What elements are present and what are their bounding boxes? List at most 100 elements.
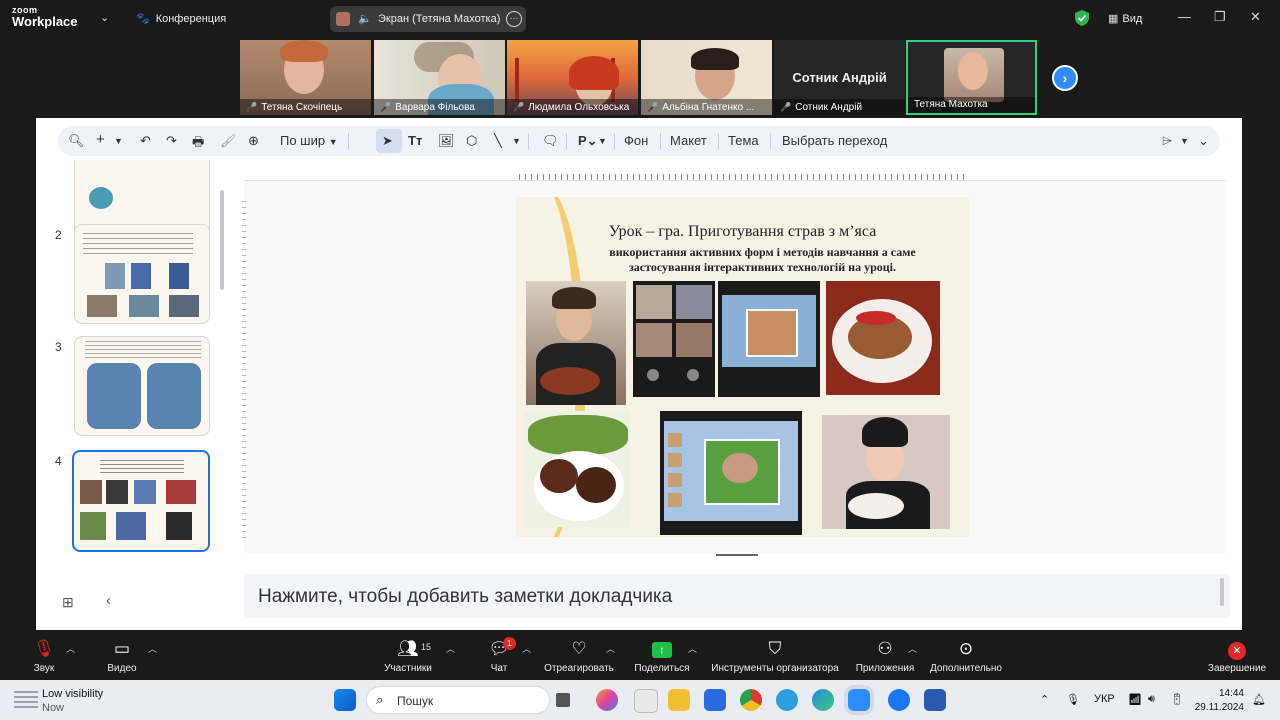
chevron-down-icon[interactable]: ▼	[114, 136, 123, 146]
close-icon[interactable]: ✕	[1250, 9, 1261, 25]
edge-icon[interactable]	[812, 689, 834, 711]
paint-format-icon[interactable]: 🖌︎	[220, 133, 237, 149]
restore-icon[interactable]: ❐	[1214, 9, 1226, 25]
chevron-up-icon[interactable]: ︿	[66, 642, 75, 655]
redo-icon[interactable]: ↷	[166, 133, 177, 149]
participant-tile[interactable]: 🎤 Тетяна Скочіпець	[240, 40, 371, 115]
chevron-down-icon[interactable]: ▼	[598, 136, 607, 146]
file-explorer-icon[interactable]	[668, 689, 690, 711]
volume-icon[interactable]: 🔊︎	[1148, 693, 1155, 706]
shape-icon[interactable]: ⬡	[466, 133, 477, 149]
meeting-label: Конференция	[155, 13, 227, 25]
notification-bell-icon[interactable]: 🔔︎	[1252, 693, 1266, 706]
zoom-icon[interactable]: ⊕	[248, 133, 259, 149]
chevron-up-icon[interactable]: ︿	[908, 642, 917, 655]
screen-share-indicator[interactable]: 🔈 Экран (Тетяна Махотка) ···	[330, 6, 526, 32]
view-menu-button[interactable]: ▦ Вид	[1108, 12, 1142, 25]
taskbar-search[interactable]: ⌕ Пошук	[366, 686, 550, 714]
microphone-icon[interactable]: 🎙︎	[1066, 693, 1080, 706]
current-slide[interactable]: Урок – гра. Приготування страв з мʼяса в…	[516, 197, 969, 537]
comment-add-icon[interactable]: 🗨︎	[542, 133, 559, 149]
bridge-tower	[515, 58, 519, 102]
slide-thumbnail-3[interactable]	[74, 336, 210, 436]
mic-muted-icon: 🎤	[647, 102, 659, 112]
chevron-up-icon[interactable]: ︿	[606, 642, 615, 655]
share-label: Экран (Тетяна Махотка)	[378, 13, 501, 25]
chevron-up-icon[interactable]: ︿	[446, 642, 455, 655]
zoom-workplace-logo[interactable]: zoom Workplace	[12, 5, 78, 28]
task-view-icon[interactable]	[556, 693, 570, 707]
pen-pointer-icon[interactable]: ⌲	[1162, 133, 1172, 149]
grid-view-icon[interactable]: ⊞	[62, 594, 74, 611]
pen-tool-icon[interactable]: P⌄	[578, 133, 598, 149]
participant-tile[interactable]: 🎤 Варвара Фільова	[374, 40, 505, 115]
word-icon[interactable]	[924, 689, 946, 711]
windows-start-icon[interactable]	[334, 689, 356, 711]
chevron-up-icon[interactable]: ︿	[688, 642, 697, 655]
meeting-info-button[interactable]: 🐾 Конференция	[136, 12, 226, 25]
next-page-button[interactable]: ›	[1052, 65, 1078, 91]
chevron-down-icon[interactable]: ▼	[512, 136, 521, 146]
chevron-down-icon[interactable]: ⌄	[100, 11, 109, 24]
apps-button[interactable]: ⚇ Приложения	[852, 632, 918, 680]
slide-thumbnail-panel: 2 3 4	[36, 160, 236, 570]
zoom-mode-select[interactable]: По шир ▼	[280, 133, 338, 148]
participant-tile[interactable]: 🎤 Альбіна Гнатенко ...	[641, 40, 772, 115]
theme-button[interactable]: Тема	[728, 133, 759, 148]
slide-thumbnail-4-selected[interactable]	[72, 450, 210, 552]
battery-icon[interactable]: 🔋︎	[1170, 693, 1184, 706]
chevron-down-icon[interactable]: ▼	[1180, 136, 1189, 146]
notes-resize-handle[interactable]	[716, 554, 758, 556]
more-options-icon[interactable]: ···	[506, 11, 522, 27]
meeting-controls: 🎙︎ Звук ︿ ▭ Видео ︿ 👥︎ Участники 15 ︿ 💬︎…	[0, 632, 1280, 680]
weather-title: Low visibility	[42, 688, 104, 700]
copilot-icon[interactable]	[596, 689, 618, 711]
wifi-icon[interactable]: 📶︎	[1128, 693, 1142, 706]
chrome-icon[interactable]	[740, 689, 762, 711]
taskbar-clock[interactable]: 14:44 29.11.2024	[1194, 687, 1244, 715]
mic-muted-icon: 🎤	[513, 102, 525, 112]
react-label: Отреагировать	[544, 663, 614, 674]
participant-tile-active[interactable]: Тетяна Махотка	[906, 40, 1037, 115]
slide-photo-chef-2	[822, 415, 950, 529]
end-meeting-button[interactable]: ✕ Завершение	[1206, 632, 1268, 680]
share-screen-button[interactable]: ↑ Поделиться	[632, 632, 692, 680]
collapse-toolbar-icon[interactable]: ⌄	[1198, 133, 1209, 149]
host-tools-button[interactable]: ⛉ Инструменты организатора	[708, 632, 842, 680]
zoom-app-icon[interactable]	[848, 689, 870, 711]
thumbnail-scrollbar[interactable]	[220, 190, 224, 290]
speaker-notes-field[interactable]: Нажмите, чтобы добавить заметки докладчи…	[244, 574, 1230, 618]
store-icon[interactable]	[704, 689, 726, 711]
facebook-icon[interactable]	[888, 689, 910, 711]
audio-button[interactable]: 🎙︎ Звук	[26, 632, 62, 680]
chevron-up-icon[interactable]: ︿	[522, 642, 531, 655]
participants-button[interactable]: 👥︎ Участники	[380, 632, 436, 680]
shield-check-icon[interactable]	[1075, 10, 1089, 26]
participant-tile[interactable]: Сотник Андрій 🎤 Сотник Андрій	[774, 40, 905, 115]
background-button[interactable]: Фон	[624, 133, 648, 148]
language-indicator[interactable]: УКР	[1094, 693, 1115, 705]
chevron-up-icon[interactable]: ⌃	[1040, 693, 1049, 706]
notes-scrollbar[interactable]	[1220, 578, 1224, 606]
line-icon[interactable]: ╲	[494, 133, 502, 149]
transition-button[interactable]: Выбрать переход	[782, 133, 887, 148]
text-box-icon[interactable]: Tт	[408, 133, 422, 148]
search-icon[interactable]: 🔍︎	[68, 133, 85, 149]
participant-tile[interactable]: 🎤 Людмила Ольховська	[507, 40, 638, 115]
slide-thumbnail-2[interactable]	[74, 224, 210, 324]
video-button[interactable]: ▭ Видео	[102, 632, 142, 680]
undo-icon[interactable]: ↶	[140, 133, 151, 149]
cursor-select-icon[interactable]: ➤	[382, 133, 393, 149]
more-button[interactable]: ⊙ Дополнительно	[928, 632, 1004, 680]
minimize-icon[interactable]: —	[1178, 9, 1191, 24]
notepad-icon[interactable]	[634, 689, 658, 713]
chevron-up-icon[interactable]: ︿	[148, 642, 157, 655]
telegram-icon[interactable]	[776, 689, 798, 711]
new-slide-icon[interactable]: +	[96, 131, 105, 148]
toolbar-divider	[528, 133, 529, 149]
collapse-panel-icon[interactable]: ‹	[106, 592, 111, 609]
layout-button[interactable]: Макет	[670, 133, 707, 148]
react-button[interactable]: ♡ Отреагировать	[542, 632, 616, 680]
image-icon[interactable]: 🖼︎	[438, 133, 455, 149]
print-icon[interactable]: 🖶	[192, 133, 204, 155]
